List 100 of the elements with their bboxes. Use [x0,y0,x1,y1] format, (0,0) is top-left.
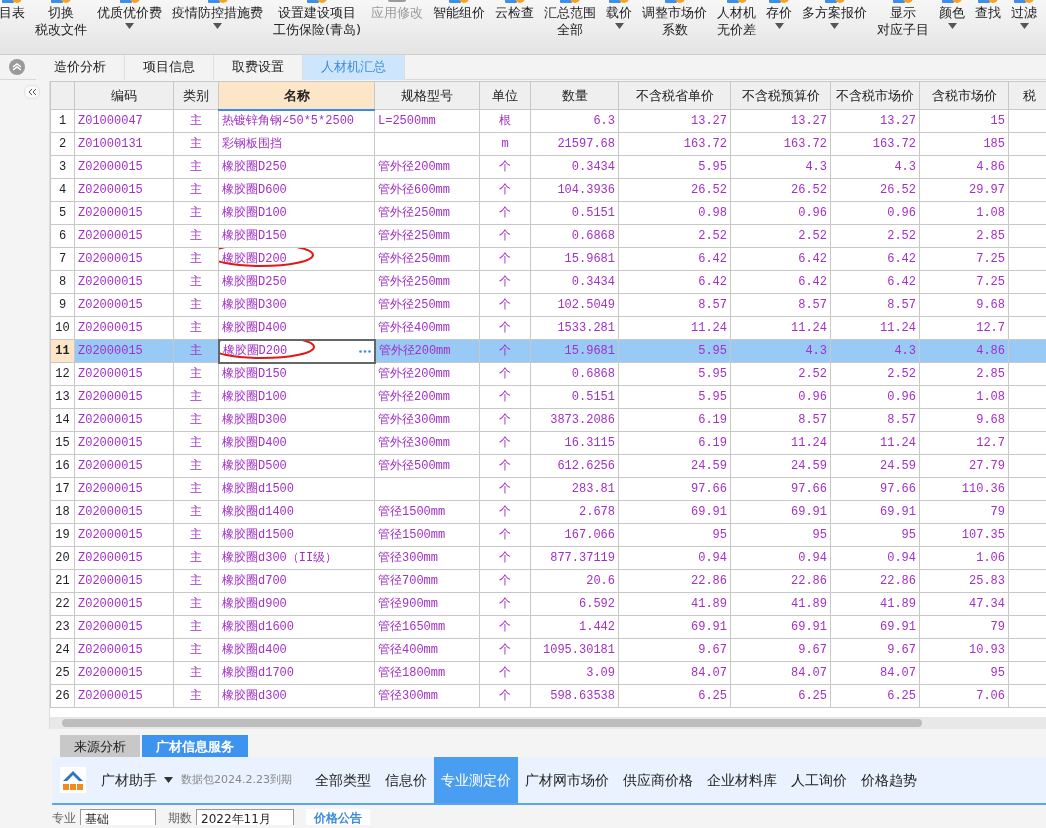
table-cell: 管外径500mm [374,454,480,478]
row-number: 22 [50,592,75,616]
scrollbar[interactable] [50,717,1046,729]
column-header[interactable]: 单位 [479,81,531,110]
table-cell: 个 [479,569,531,593]
toolbar-button[interactable]: 云检查 [490,0,540,54]
tab[interactable]: 取费设置 [214,54,303,80]
table-cell: Z02000015 [74,638,174,662]
announcement-button[interactable]: 价格公告 [306,809,370,825]
toolbar-button[interactable]: 目表 [0,0,30,54]
table-cell: 个 [479,661,531,685]
nav-tab[interactable]: 全部类型 [308,757,378,803]
table-cell: 个 [479,546,531,570]
table-cell: 1.442 [530,615,619,639]
nav-tab[interactable]: 价格趋势 [854,757,924,803]
table-cell: 21597.68 [530,132,619,156]
table-cell: 13.27 [618,109,731,133]
tab[interactable]: 造价分析 [36,54,125,80]
table-cell-text: 橡胶圈D150 [222,366,287,384]
toolbar-button[interactable]: 智能组价 [428,0,491,54]
nav-tab[interactable]: 广材网市场价 [518,757,616,803]
column-header[interactable]: 数量 [530,81,619,110]
toolbar-button[interactable]: 人材机 无价差 [712,0,762,54]
column-header[interactable]: 编码 [74,81,174,110]
table-cell: 8.57 [730,293,831,317]
toolbar-button[interactable]: 多方案报价 [797,0,873,54]
table-cell: Z02000015 [74,661,174,685]
toolbar-button[interactable]: 疫情防控措施费 [167,0,268,54]
brand-menu[interactable]: 广材助手 [94,757,164,803]
table-cell: 主 [173,132,219,156]
column-header[interactable]: 不含税市场价 [830,81,920,110]
toolbar-button[interactable]: 查找 [970,0,1007,54]
column-header[interactable]: 不含税预算价 [730,81,831,110]
toolbar-button[interactable]: 汇总范围 全部 [539,0,602,54]
nav-tab[interactable]: 信息价 [378,757,434,803]
column-header[interactable]: 类别 [173,81,219,110]
column-header[interactable]: 不含税省单价 [618,81,731,110]
column-header[interactable]: 名称 [218,81,375,110]
collapse-icon[interactable] [8,58,26,76]
table-cell: 0.3434 [530,270,619,294]
table-cell: 8.57 [730,408,831,432]
dropdown-field[interactable]: 基础 [80,809,156,825]
toolbar-button[interactable]: 颜色 [934,0,971,54]
toolbar-button[interactable]: 设置建设项目 工伤保险(青岛) [268,0,367,54]
tab[interactable]: 项目信息 [125,54,214,80]
table-cell: Z02000015 [74,454,174,478]
table-cell: 6.42 [730,247,831,271]
table-cell: 管外径250mm [374,201,480,225]
toolbar-button[interactable]: 载价 [601,0,638,54]
table-cell: Z02000015 [74,178,174,202]
table-cell: 13.27 [830,109,920,133]
package-note: 数据包2024.2.23到期 [181,771,292,788]
table-cell: 管径1650mm [374,615,480,639]
table-cell: 8.57 [830,408,920,432]
table-cell-text: 橡胶圈D100 [222,205,287,222]
collapse-button[interactable] [24,85,40,99]
table-cell: 0.96 [730,201,831,225]
nav-tab[interactable]: 人工询价 [784,757,854,803]
table-cell: 个 [479,247,531,271]
table-cell: 个 [479,477,531,501]
row-number: 24 [50,638,75,662]
column-header[interactable]: 规格型号 [374,81,480,110]
table-cell: 3.09 [530,661,619,685]
dropdown-field[interactable]: 2022年11月 [196,809,294,825]
table-cell: 主 [173,109,219,133]
table-cell: 根 [479,109,531,133]
toolbar-button[interactable]: 显示 对应子目 [872,0,935,54]
table-cell: 主 [173,615,219,639]
table-cell: 个 [479,523,531,547]
table-cell: 25.83 [919,569,1009,593]
toolbar-button[interactable]: 调整市场价 系数 [637,0,713,54]
toolbar-button[interactable]: 优质优价费 [92,0,167,54]
table-cell: 10.93 [919,638,1009,662]
table-cell-text: 橡胶圈d900 [222,596,287,613]
scroll-thumb[interactable] [62,719,922,727]
row-number: 13 [50,385,75,409]
table-cell-text: 橡胶圈d1500 [222,481,294,498]
table-cell-text: 橡胶圈d1500 [222,527,294,544]
table-cell: 个 [479,684,531,708]
table-cell: 主 [173,201,219,225]
table-cell-text: 彩钢板围挡 [222,136,282,153]
table-cell-text: 橡胶圈d1600 [222,619,294,636]
table-cell: 主 [173,638,219,662]
column-header[interactable]: 税 [1008,81,1046,110]
tab[interactable]: 来源分析 [60,735,140,757]
row-number: 4 [50,178,75,202]
nav-tab[interactable]: 供应商价格 [616,757,700,803]
toolbar-button[interactable]: 切换 税改文件 [30,0,92,54]
toolbar-button[interactable]: 过滤 [1006,0,1043,54]
nav-tab[interactable]: 企业材料库 [700,757,784,803]
table-cell: 185 [919,132,1009,156]
table-cell: 管径1800mm [374,661,480,685]
row-number: 23 [50,615,75,639]
row-number: 1 [50,109,75,133]
column-header[interactable]: 含税市场价 [919,81,1009,110]
table-cell: 11.24 [618,316,731,340]
toolbar-button[interactable]: 存价 [761,0,798,54]
table-cell: 1533.281 [530,316,619,340]
table-cell: 104.3936 [530,178,619,202]
table-cell: Z02000015 [74,247,174,271]
